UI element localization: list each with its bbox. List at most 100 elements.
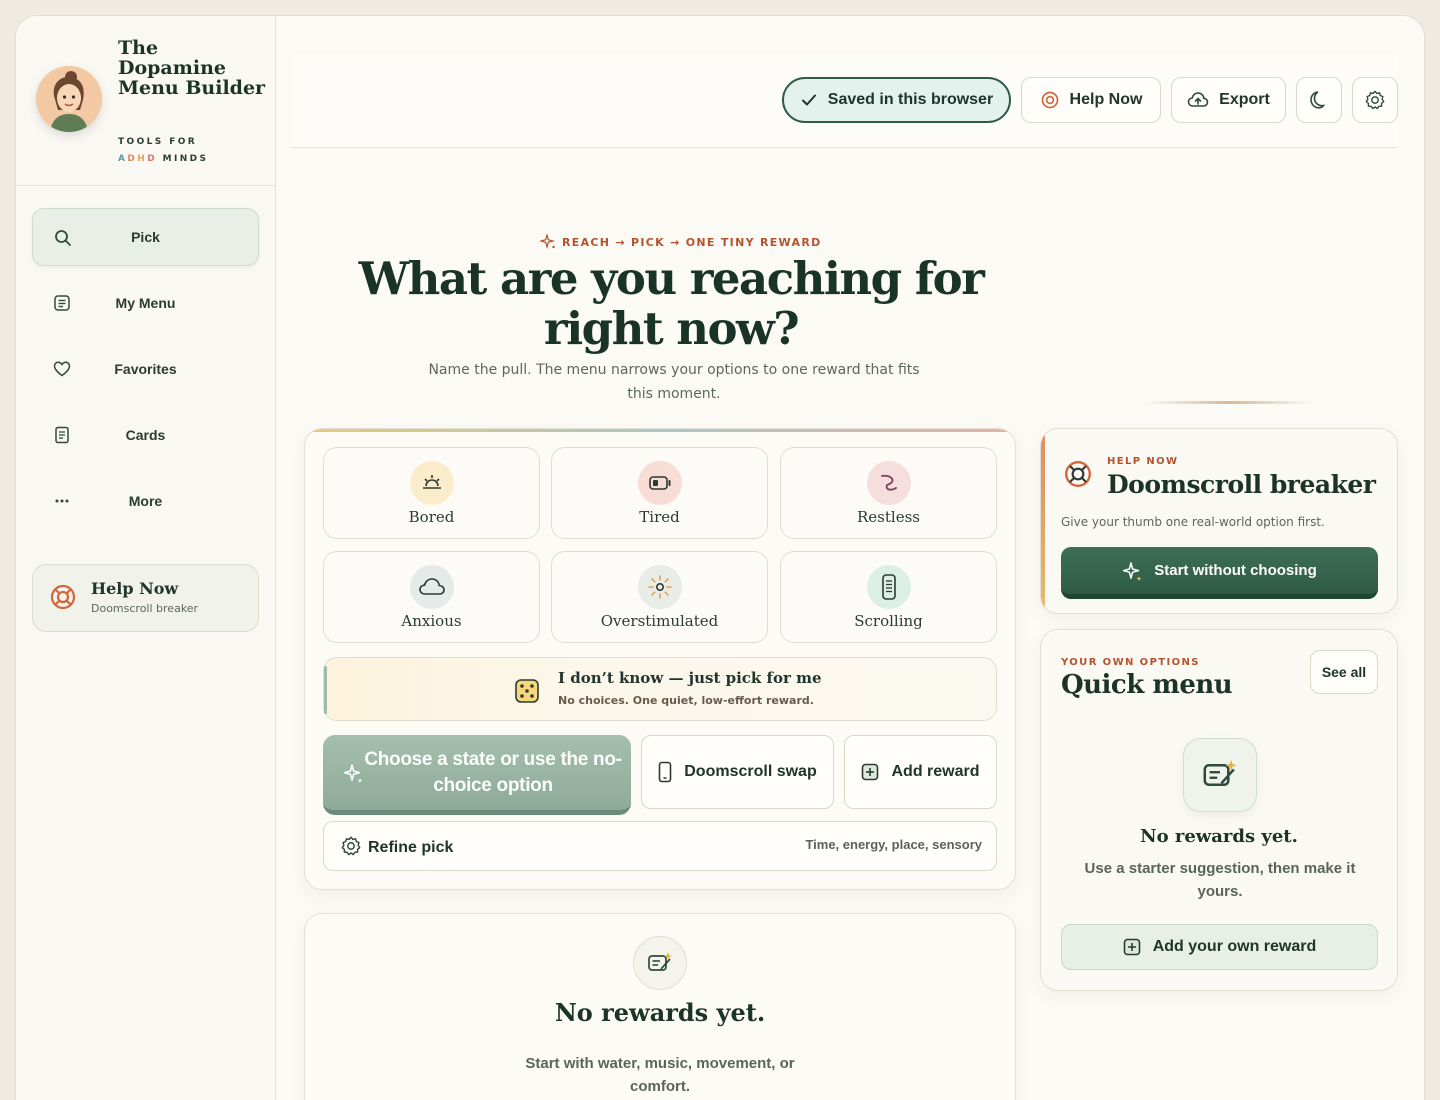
sidebar-help-now[interactable]: Help Now Doomscroll breaker bbox=[32, 564, 259, 632]
decorative-divider bbox=[1144, 401, 1314, 404]
lifebuoy-icon bbox=[1041, 91, 1058, 109]
rewards-empty-state: No rewards yet. Start with water, music,… bbox=[304, 913, 1016, 1100]
state-label: Overstimulated bbox=[600, 612, 719, 630]
tagline-letter: D bbox=[147, 154, 158, 164]
just-pick-title: I don’t know — just pick for me bbox=[558, 669, 822, 687]
state-label: Tired bbox=[639, 508, 680, 526]
saved-label: Saved in this browser bbox=[827, 91, 994, 108]
top-bar: Saved in this browser Help Now Export bbox=[292, 54, 1398, 148]
quick-menu-card: YOUR OWN OPTIONS Quick menu See all No r… bbox=[1040, 629, 1398, 991]
nav-item-favorites[interactable]: Favorites bbox=[32, 340, 259, 398]
state-picker-panel: Bored Tired Restless Anxious Overstimula… bbox=[304, 428, 1016, 890]
choose-state-button[interactable]: Choose a state or use the no-choice opti… bbox=[323, 735, 631, 815]
state-label: Restless bbox=[857, 508, 920, 526]
tagline-letter: D bbox=[127, 154, 138, 164]
more-dots-icon bbox=[55, 499, 69, 503]
lifebuoy-icon bbox=[50, 584, 76, 610]
tagline-prefix: TOOLS FOR bbox=[118, 137, 198, 147]
doomscroll-swap-label: Doomscroll swap bbox=[684, 763, 817, 780]
sidebar: The Dopamine Menu Builder TOOLS FOR ADHD… bbox=[16, 16, 276, 1100]
quick-menu-empty-title: No rewards yet. bbox=[1140, 826, 1298, 847]
tagline-letter: H bbox=[137, 154, 148, 164]
state-label: Scrolling bbox=[854, 612, 923, 630]
phone-icon bbox=[867, 565, 911, 609]
state-anxious[interactable]: Anxious bbox=[323, 551, 540, 643]
state-overstimulated[interactable]: Overstimulated bbox=[551, 551, 768, 643]
add-own-reward-label: Add your own reward bbox=[1152, 938, 1317, 955]
nav-item-more[interactable]: More bbox=[32, 472, 259, 530]
add-reward-label: Add reward bbox=[891, 763, 980, 780]
plus-square-icon bbox=[862, 763, 879, 781]
app-tagline: TOOLS FOR ADHD MINDS bbox=[118, 134, 208, 168]
help-now-label: Help Now bbox=[1069, 91, 1143, 108]
theme-toggle-button[interactable] bbox=[1296, 77, 1342, 123]
settings-button[interactable] bbox=[1352, 77, 1398, 123]
phone-icon bbox=[658, 761, 672, 783]
quick-menu-eyebrow: YOUR OWN OPTIONS bbox=[1061, 657, 1200, 668]
hero-eyebrow: REACH → PICK → ONE TINY REWARD bbox=[540, 234, 822, 250]
refine-pick-hint: Time, energy, place, sensory bbox=[805, 837, 982, 852]
battery-low-icon bbox=[638, 461, 682, 505]
add-own-reward-button[interactable]: Add your own reward bbox=[1061, 924, 1378, 970]
cloud-upload-icon bbox=[1187, 92, 1209, 107]
state-tired[interactable]: Tired bbox=[551, 447, 768, 539]
help-now-card: HELP NOW Doomscroll breaker Give your th… bbox=[1040, 428, 1398, 614]
state-label: Bored bbox=[408, 508, 455, 526]
help-now-title: Doomscroll breaker bbox=[1107, 470, 1376, 499]
state-bored[interactable]: Bored bbox=[323, 447, 540, 539]
app-title: The Dopamine Menu Builder bbox=[118, 37, 266, 99]
reward-note-icon bbox=[633, 936, 687, 990]
help-now-subtitle: Give your thumb one real-world option fi… bbox=[1061, 515, 1325, 529]
page-subtitle: Name the pull. The menu narrows your opt… bbox=[428, 362, 920, 402]
nav-item-cards[interactable]: Cards bbox=[32, 406, 259, 464]
sparkle-icon bbox=[343, 764, 363, 784]
tagline-letter: A bbox=[118, 154, 128, 164]
choose-state-label: Choose a state or use the no-choice opti… bbox=[364, 749, 622, 796]
sparkle-icon bbox=[1123, 561, 1142, 581]
state-label: Anxious bbox=[401, 612, 462, 630]
cloud-icon bbox=[410, 565, 454, 609]
export-label: Export bbox=[1219, 91, 1270, 108]
moon-icon bbox=[1310, 91, 1326, 109]
page-title: What are you reaching for right now? bbox=[358, 252, 985, 355]
doomscroll-swap-button[interactable]: Doomscroll swap bbox=[641, 735, 834, 809]
nav-item-pick[interactable]: Pick bbox=[32, 208, 259, 266]
brand-header: The Dopamine Menu Builder TOOLS FOR ADHD… bbox=[16, 16, 275, 186]
check-icon bbox=[801, 94, 816, 106]
empty-subtitle: Start with water, music, movement, or co… bbox=[525, 1055, 795, 1095]
gear-icon bbox=[1365, 90, 1385, 110]
help-card-subtitle: Doomscroll breaker bbox=[91, 602, 199, 615]
menu-list-icon bbox=[54, 295, 70, 311]
avatar bbox=[36, 66, 102, 132]
cards-icon bbox=[55, 426, 69, 444]
app-window: The Dopamine Menu Builder TOOLS FOR ADHD… bbox=[15, 15, 1425, 1100]
hero-eyebrow-text: REACH → PICK → ONE TINY REWARD bbox=[562, 235, 822, 249]
search-icon bbox=[55, 230, 71, 246]
export-button[interactable]: Export bbox=[1171, 77, 1286, 123]
state-scrolling[interactable]: Scrolling bbox=[780, 551, 997, 643]
panel-accent-bar bbox=[305, 429, 1015, 432]
see-all-button[interactable]: See all bbox=[1310, 650, 1378, 694]
reward-note-icon bbox=[1183, 738, 1257, 812]
heart-icon bbox=[53, 361, 71, 377]
start-without-choosing-label: Start without choosing bbox=[1154, 562, 1317, 579]
help-now-eyebrow: HELP NOW bbox=[1107, 456, 1179, 467]
dice-icon bbox=[515, 679, 539, 703]
sun-burst-icon bbox=[638, 565, 682, 609]
refine-pick-toggle[interactable]: Refine pick Time, energy, place, sensory bbox=[323, 821, 997, 871]
just-pick-subtitle: No choices. One quiet, low-effort reward… bbox=[558, 694, 814, 707]
just-pick-for-me-option[interactable]: I don’t know — just pick for me No choic… bbox=[323, 657, 997, 721]
sunrise-icon bbox=[410, 461, 454, 505]
quick-menu-title: Quick menu bbox=[1061, 670, 1233, 700]
refine-pick-label: Refine pick bbox=[368, 839, 454, 856]
state-restless[interactable]: Restless bbox=[780, 447, 997, 539]
gear-icon bbox=[341, 836, 361, 856]
help-now-button[interactable]: Help Now bbox=[1021, 77, 1161, 123]
start-without-choosing-button[interactable]: Start without choosing bbox=[1061, 547, 1378, 599]
empty-title: No rewards yet. bbox=[554, 998, 766, 1027]
nav-item-my-menu[interactable]: My Menu bbox=[32, 274, 259, 332]
saved-status-button[interactable]: Saved in this browser bbox=[782, 77, 1011, 123]
add-reward-button[interactable]: Add reward bbox=[844, 735, 997, 809]
sparkle-icon bbox=[540, 234, 556, 250]
squiggle-icon bbox=[867, 461, 911, 505]
